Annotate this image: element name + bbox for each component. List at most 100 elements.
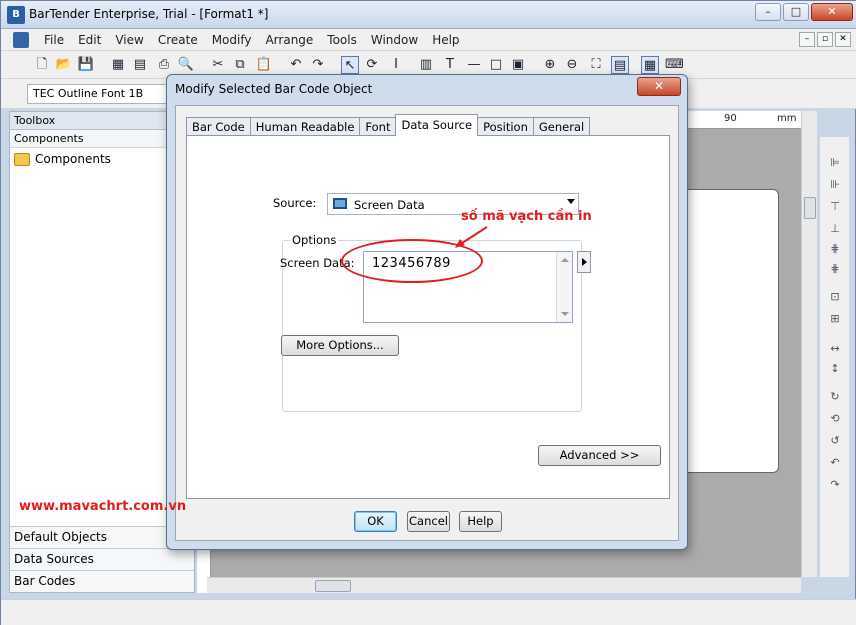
new-icon[interactable]: 🗋 — [33, 56, 51, 74]
menu-file[interactable]: File — [37, 32, 71, 48]
rotate-right-1-icon[interactable]: ↷ — [826, 477, 844, 493]
align-left-icon[interactable]: ⊫ — [826, 155, 844, 171]
redo-icon[interactable]: ↷ — [309, 56, 327, 74]
save-icon[interactable]: 💾 — [77, 56, 95, 74]
advanced-button[interactable]: Advanced >> — [538, 445, 661, 466]
app-title: BarTender Enterprise, Trial - [Format1 *… — [29, 7, 269, 21]
title-bar: B BarTender Enterprise, Trial - [Format1… — [1, 1, 856, 29]
scroll-down-icon[interactable] — [561, 312, 569, 316]
fit-icon[interactable]: ⛶ — [587, 56, 605, 74]
zoom-out-icon[interactable]: ⊖ — [563, 56, 581, 74]
cancel-button[interactable]: Cancel — [407, 511, 450, 532]
vertical-scrollbar[interactable] — [801, 111, 817, 577]
menu-tools[interactable]: Tools — [320, 32, 364, 48]
picture-icon[interactable]: ▣ — [509, 56, 527, 74]
annotation-arrow-icon — [455, 226, 488, 248]
line-icon[interactable]: — — [465, 56, 483, 74]
tab-font[interactable]: Font — [359, 117, 397, 136]
rotate-left-1-icon[interactable]: ↶ — [826, 455, 844, 471]
tab-human-readable[interactable]: Human Readable — [249, 117, 361, 136]
app-window: B BarTender Enterprise, Trial - [Format1… — [0, 0, 856, 625]
menu-modify[interactable]: Modify — [205, 32, 259, 48]
grid-icon[interactable]: ▦ — [109, 56, 127, 74]
cut-icon[interactable]: ✂ — [209, 56, 227, 74]
print-preview-icon[interactable]: 🔍 — [177, 56, 195, 74]
menu-create[interactable]: Create — [151, 32, 205, 48]
open-icon[interactable]: 📂 — [55, 56, 73, 74]
tab-data-source[interactable]: Data Source — [395, 114, 479, 136]
zoom-in-icon[interactable]: ⊕ — [541, 56, 559, 74]
more-options-button[interactable]: More Options... — [281, 335, 399, 356]
help-button[interactable]: Help — [459, 511, 502, 532]
copy-icon[interactable]: ⧉ — [231, 56, 249, 74]
menu-help[interactable]: Help — [425, 32, 466, 48]
same-width-icon[interactable]: ↔ — [826, 341, 844, 357]
table-icon[interactable]: ▤ — [131, 56, 149, 74]
status-bar — [1, 599, 856, 625]
undo-icon[interactable]: ↶ — [287, 56, 305, 74]
modify-barcode-dialog: Modify Selected Bar Code Object ✕ Bar Co… — [166, 74, 688, 550]
watermark-url: www.mavachrt.com.vn — [19, 499, 187, 514]
horizontal-scrollbar[interactable] — [207, 577, 801, 593]
minimize-button[interactable]: – — [755, 3, 781, 21]
document-icon[interactable] — [13, 32, 29, 48]
horizontal-scroll-thumb[interactable] — [315, 580, 351, 592]
distribute-icon[interactable]: ⋕ — [826, 241, 844, 257]
bartender-logo-icon: B — [7, 6, 25, 24]
scroll-up-icon[interactable] — [561, 258, 569, 262]
center-horizontal-icon[interactable]: ⊞ — [826, 311, 844, 327]
dialog-title: Modify Selected Bar Code Object — [175, 82, 373, 96]
ruler-unit: mm — [777, 113, 797, 124]
bar-codes-tab[interactable]: Bar Codes — [10, 570, 194, 592]
align-top-icon[interactable]: ⊤ — [826, 199, 844, 215]
menu-view[interactable]: View — [108, 32, 150, 48]
doc-restore-button[interactable]: ▫ — [817, 32, 833, 47]
database-icon[interactable]: ▦ — [641, 56, 659, 74]
ruler-icon[interactable]: ▤ — [611, 56, 629, 74]
align-middle-icon[interactable]: ⊥ — [826, 221, 844, 237]
folder-icon — [14, 152, 30, 166]
distribute-vertical-icon[interactable]: ⋕ — [826, 261, 844, 277]
data-source-panel: Source: Screen Data Options Screen Data:… — [186, 135, 670, 499]
tab-bar-code[interactable]: Bar Code — [186, 117, 251, 136]
text-icon[interactable]: T — [441, 56, 459, 74]
menu-arrange[interactable]: Arrange — [258, 32, 320, 48]
components-tree-item[interactable]: Components — [14, 152, 111, 166]
dialog-body: Bar Code Human Readable Font Data Source… — [175, 105, 679, 541]
dialog-title-bar: Modify Selected Bar Code Object ✕ — [167, 75, 687, 103]
barcode-icon[interactable]: ▥ — [417, 56, 435, 74]
data-sources-tab[interactable]: Data Sources — [10, 548, 194, 570]
menu-edit[interactable]: Edit — [71, 32, 108, 48]
font-select[interactable]: TEC Outline Font 1B — [27, 84, 167, 104]
insert-data-arrow-button[interactable] — [577, 251, 591, 273]
select-icon[interactable]: ↖ — [341, 56, 359, 74]
maximize-button[interactable]: □ — [783, 3, 809, 21]
close-button[interactable]: ✕ — [811, 3, 853, 21]
menu-items: File Edit View Create Modify Arrange Too… — [37, 32, 467, 48]
text-cursor-icon[interactable]: I — [387, 56, 405, 74]
rotate-90-icon[interactable]: ↻ — [826, 389, 844, 405]
doc-minimize-button[interactable]: – — [799, 32, 815, 47]
source-label: Source: — [273, 196, 317, 210]
tab-general[interactable]: General — [532, 117, 591, 136]
rotate-icon[interactable]: ⟳ — [363, 56, 381, 74]
menu-window[interactable]: Window — [364, 32, 425, 48]
align-center-icon[interactable]: ⊪ — [826, 177, 844, 193]
keyboard-icon[interactable]: ⌨ — [665, 56, 684, 74]
doc-close-button[interactable]: ✕ — [835, 32, 851, 47]
vertical-scroll-thumb[interactable] — [804, 197, 816, 219]
dialog-close-button[interactable]: ✕ — [637, 77, 681, 96]
rotate-270-icon[interactable]: ↺ — [826, 433, 844, 449]
tab-position[interactable]: Position — [477, 117, 534, 136]
paste-icon[interactable]: 📋 — [255, 56, 273, 74]
screen-data-scrollbar[interactable] — [556, 252, 572, 322]
ok-button[interactable]: OK — [354, 511, 397, 532]
rotate-180-icon[interactable]: ⟲ — [826, 411, 844, 427]
monitor-icon — [333, 198, 347, 209]
dialog-tabs: Bar Code Human Readable Font Data Source… — [186, 114, 591, 136]
box-icon[interactable]: □ — [487, 56, 505, 74]
center-vertical-icon[interactable]: ⊡ — [826, 289, 844, 305]
print-icon[interactable]: ⎙ — [155, 56, 173, 74]
components-label: Components — [35, 152, 111, 166]
same-height-icon[interactable]: ↕ — [826, 361, 844, 377]
